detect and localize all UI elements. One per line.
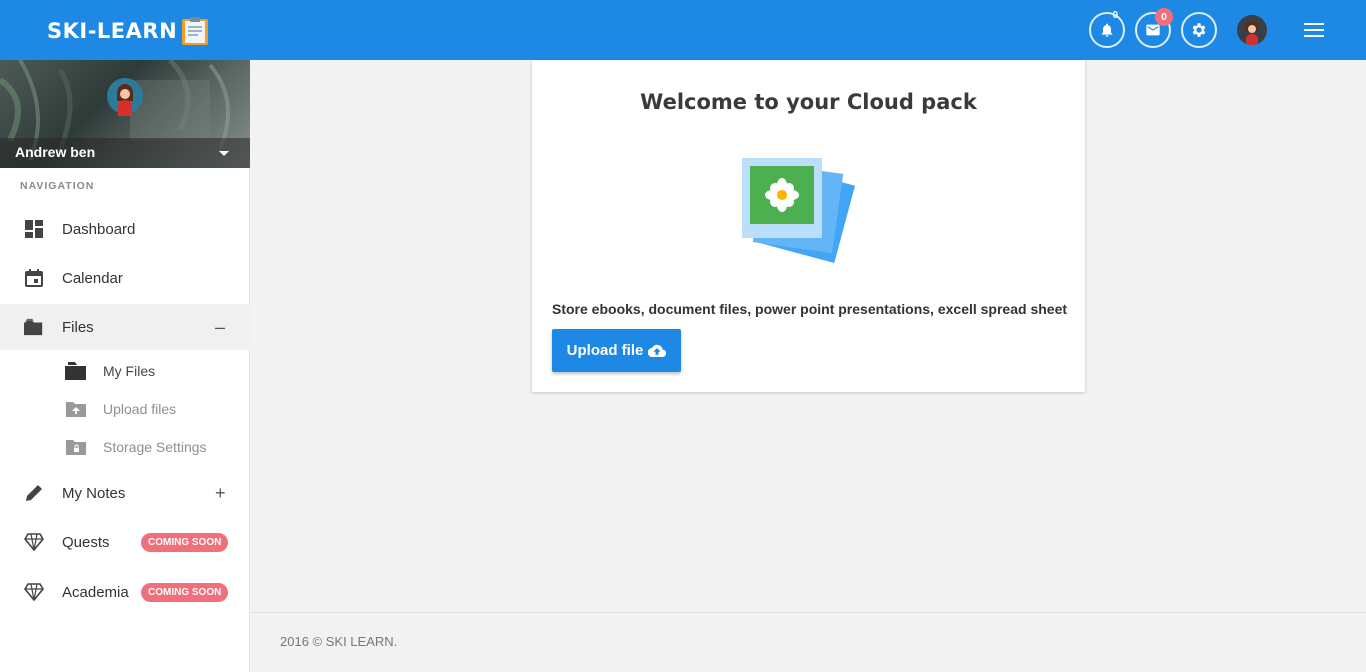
expand-icon[interactable]: + — [215, 483, 226, 504]
avatar-icon — [1237, 15, 1267, 45]
clipboard-logo-icon — [182, 17, 209, 45]
sidebar-item-label: Dashboard — [62, 220, 136, 238]
menu-icon[interactable] — [1304, 22, 1324, 38]
dashboard-icon — [24, 219, 44, 239]
user-avatar[interactable] — [1237, 15, 1267, 45]
sidebar-item-files[interactable]: Files – — [0, 304, 250, 350]
sidebar-item-academia[interactable]: Academia COMING SOON — [0, 569, 250, 615]
sidebar-subitem-label: My Files — [103, 363, 156, 379]
bell-icon — [1101, 23, 1113, 37]
footer: 2016 © SKI LEARN. — [251, 612, 1366, 672]
storage-description: Store ebooks, document files, power poin… — [552, 301, 1068, 317]
sidebar-subitem-label: Storage Settings — [103, 439, 207, 455]
calendar-icon — [24, 268, 44, 288]
sidebar-item-my-notes[interactable]: My Notes + — [0, 470, 250, 516]
brand[interactable]: SKI-LEARN — [47, 16, 211, 46]
coming-soon-badge: COMING SOON — [141, 532, 229, 552]
profile-dropdown-icon[interactable] — [219, 151, 229, 156]
sidebar-item-label: Quests — [62, 533, 110, 551]
sidebar-subitem-label: Upload files — [103, 401, 177, 417]
notifications-button[interactable]: 0 — [1089, 10, 1125, 48]
photos-illustration — [742, 158, 855, 263]
footer-copyright: 2016 © SKI LEARN. — [280, 634, 398, 649]
sidebar-subitem-my-files[interactable]: My Files — [0, 354, 250, 388]
sidebar-subitem-storage-settings[interactable]: Storage Settings — [0, 430, 250, 464]
folder-upload-icon — [64, 399, 88, 419]
folder-icon — [24, 317, 44, 337]
pencil-icon — [24, 483, 44, 503]
profile-name[interactable]: Andrew ben — [15, 144, 95, 160]
folder-lock-icon — [64, 437, 88, 457]
folder-icon — [64, 361, 88, 381]
cloud-upload-icon — [648, 344, 667, 357]
collapse-icon[interactable]: – — [215, 317, 225, 338]
cloud-pack-card: Welcome to your Cloud pack Store ebooks,… — [532, 60, 1085, 392]
sidebar-subitem-upload-files[interactable]: Upload files — [0, 392, 250, 426]
messages-count: 0 — [1155, 8, 1173, 26]
profile-avatar[interactable] — [107, 74, 143, 134]
sidebar-item-quests[interactable]: Quests COMING SOON — [0, 519, 250, 565]
diamond-icon — [24, 532, 44, 552]
sidebar-item-calendar[interactable]: Calendar — [0, 255, 250, 301]
page-title: Welcome to your Cloud pack — [640, 90, 977, 114]
profile-panel: Andrew ben — [0, 60, 250, 168]
brand-name: SKI-LEARN — [47, 19, 178, 43]
sidebar: Andrew ben NAVIGATION Dashboard Calendar… — [0, 60, 250, 672]
sidebar-item-label: Files — [62, 318, 94, 336]
gear-icon — [1192, 23, 1206, 37]
diamond-icon — [24, 582, 44, 602]
nav-heading: NAVIGATION — [20, 180, 95, 192]
notifications-count: 0 — [1112, 10, 1118, 21]
settings-button[interactable] — [1181, 12, 1217, 48]
sidebar-item-label: Academia — [62, 583, 129, 601]
coming-soon-badge: COMING SOON — [141, 582, 229, 602]
sidebar-item-label: Calendar — [62, 269, 123, 287]
upload-file-button[interactable]: Upload file — [552, 329, 681, 372]
sidebar-item-label: My Notes — [62, 484, 126, 502]
top-bar: SKI-LEARN 0 0 — [0, 0, 1366, 60]
sidebar-item-dashboard[interactable]: Dashboard — [0, 206, 250, 252]
messages-button[interactable]: 0 — [1135, 8, 1173, 48]
upload-button-label: Upload file — [566, 342, 644, 359]
